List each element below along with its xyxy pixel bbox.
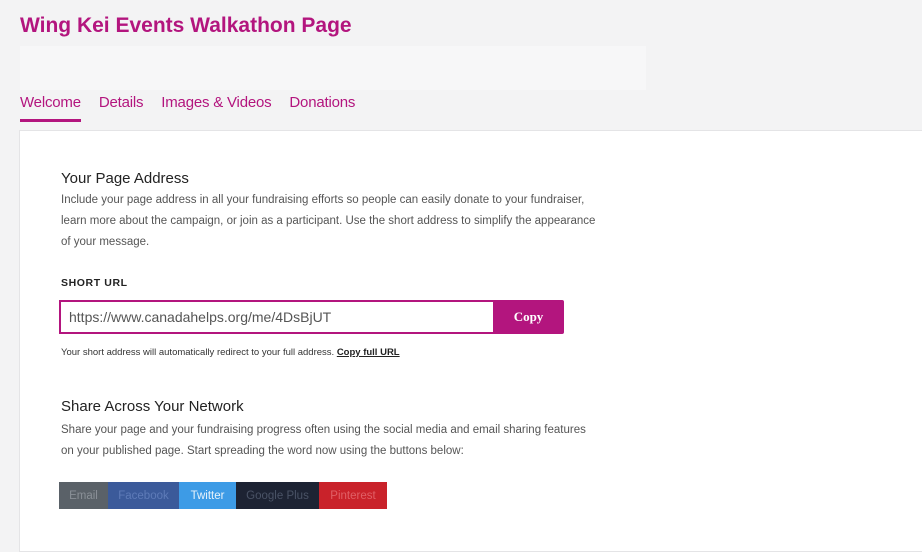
google-plus-share-button[interactable]: Google Plus bbox=[236, 482, 319, 509]
redirect-note: Your short address will automatically re… bbox=[61, 347, 400, 358]
tab-bar: Welcome Details Images & Videos Donation… bbox=[20, 94, 373, 122]
short-url-input[interactable] bbox=[59, 300, 493, 334]
short-url-label: SHORT URL bbox=[61, 277, 128, 289]
share-button-group: Email Facebook Twitter Google Plus Pinte… bbox=[59, 482, 387, 509]
twitter-share-button[interactable]: Twitter bbox=[179, 482, 236, 509]
tab-donations[interactable]: Donations bbox=[289, 94, 355, 122]
share-description: Share your page and your fundraising pro… bbox=[61, 424, 586, 457]
page-title: Wing Kei Events Walkathon Page bbox=[20, 14, 352, 37]
header-banner-area bbox=[20, 46, 646, 90]
facebook-share-button[interactable]: Facebook bbox=[108, 482, 179, 509]
tab-welcome[interactable]: Welcome bbox=[20, 94, 81, 122]
redirect-note-text: Your short address will automatically re… bbox=[61, 347, 335, 358]
copy-full-url-link[interactable]: Copy full URL bbox=[337, 347, 400, 358]
page-address-title: Your Page Address bbox=[61, 170, 189, 187]
share-title: Share Across Your Network bbox=[61, 398, 244, 415]
copy-button[interactable]: Copy bbox=[493, 300, 564, 334]
pinterest-share-button[interactable]: Pinterest bbox=[319, 482, 387, 509]
tab-details[interactable]: Details bbox=[99, 94, 144, 122]
tab-images-videos[interactable]: Images & Videos bbox=[161, 94, 271, 122]
page-address-description: Include your page address in all your fu… bbox=[61, 194, 596, 248]
email-share-button[interactable]: Email bbox=[59, 482, 108, 509]
